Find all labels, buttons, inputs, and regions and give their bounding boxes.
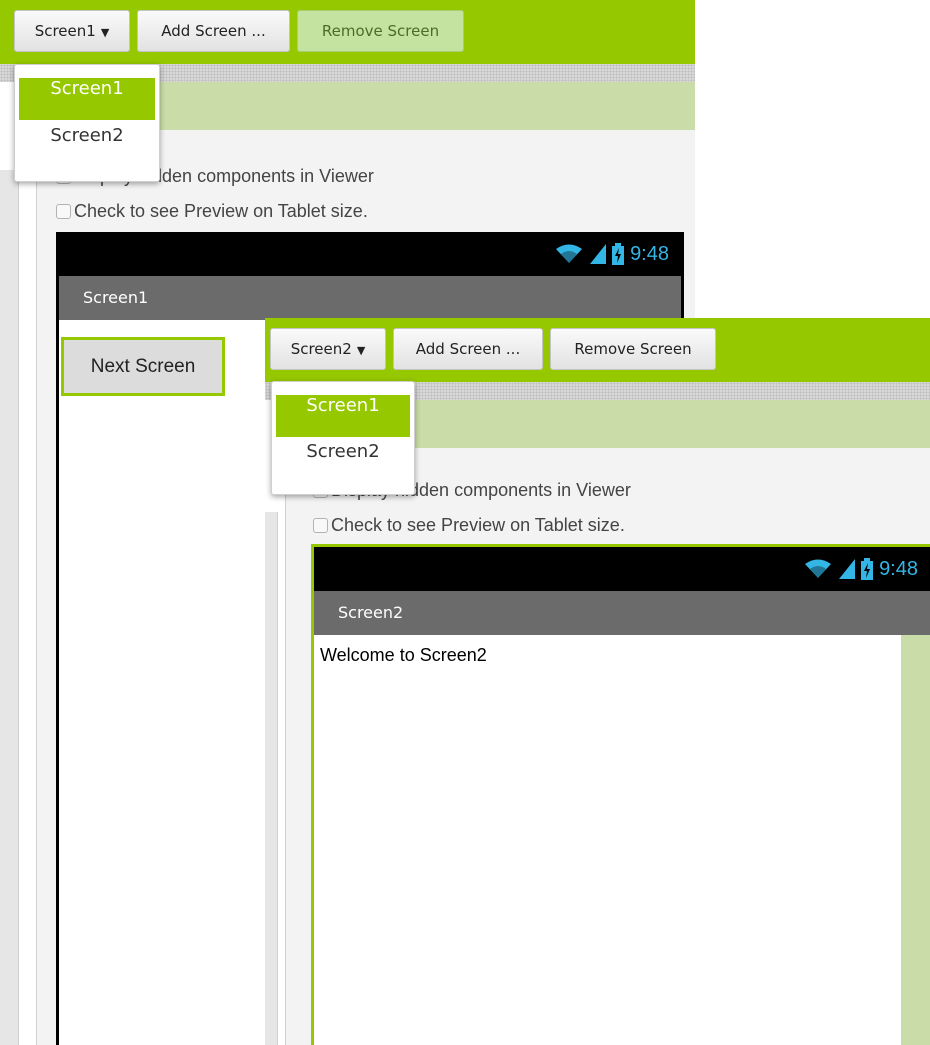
wifi-icon	[805, 559, 832, 578]
signal-icon	[839, 559, 856, 579]
remove-screen-button[interactable]: Remove Screen	[550, 328, 716, 370]
tablet-preview-label: Check to see Preview on Tablet size.	[74, 201, 368, 221]
screen-title-bar: Screen1	[59, 276, 681, 320]
toolbar: Screen1 ▼ Add Screen ... Remove Screen	[0, 0, 695, 64]
screen-select-label: Screen1	[34, 22, 96, 40]
signal-icon	[590, 244, 607, 264]
side-strip	[265, 512, 278, 1045]
add-screen-button[interactable]: Add Screen ...	[137, 10, 290, 52]
battery-icon	[612, 243, 625, 265]
status-time: 9:48	[630, 242, 669, 265]
screen-title: Screen1	[83, 288, 149, 307]
add-screen-button[interactable]: Add Screen ...	[393, 328, 543, 370]
dropdown-item-screen1[interactable]: Screen1	[19, 78, 155, 120]
screen-select-label: Screen2	[290, 340, 352, 358]
dropdown-item-screen1[interactable]: Screen1	[276, 395, 410, 437]
dropdown-item-screen2[interactable]: Screen2	[276, 441, 410, 483]
phone-preview: 9:48 Screen2 Welcome to Screen2	[311, 544, 930, 1045]
welcome-label: Welcome to Screen2	[320, 645, 487, 665]
tablet-preview-label: Check to see Preview on Tablet size.	[331, 515, 625, 535]
tablet-preview-option[interactable]: Check to see Preview on Tablet size.	[56, 201, 368, 222]
side-strip	[0, 170, 19, 1045]
screen-title: Screen2	[338, 603, 404, 622]
status-bar: 9:48	[314, 547, 930, 591]
dropdown-caret-icon: ▼	[356, 344, 366, 357]
remove-screen-button[interactable]: Remove Screen	[297, 10, 464, 52]
screen-dropdown-menu: Screen1 Screen2	[14, 64, 160, 182]
next-screen-button[interactable]: Next Screen	[61, 337, 225, 396]
status-time: 9:48	[879, 557, 918, 580]
dropdown-caret-icon: ▼	[100, 26, 110, 39]
screen-select-button[interactable]: Screen2 ▼	[270, 328, 386, 370]
checkbox-icon[interactable]	[56, 204, 71, 219]
checkbox-icon[interactable]	[313, 518, 328, 533]
battery-icon	[861, 558, 874, 580]
screen-select-button[interactable]: Screen1 ▼	[14, 10, 130, 52]
screen-title-bar: Screen2	[314, 591, 930, 635]
dropdown-item-screen2[interactable]: Screen2	[19, 125, 155, 167]
screen-dropdown-menu: Screen1 Screen2	[271, 381, 415, 495]
wifi-icon	[556, 244, 583, 263]
scroll-area-edge	[901, 635, 930, 1045]
designer-panel-screen2: Screen2 ▼ Add Screen ... Remove Screen Di…	[265, 318, 930, 1045]
status-bar: 9:48	[59, 232, 681, 276]
toolbar: Screen2 ▼ Add Screen ... Remove Screen	[265, 318, 930, 382]
tablet-preview-option[interactable]: Check to see Preview on Tablet size.	[313, 515, 625, 536]
